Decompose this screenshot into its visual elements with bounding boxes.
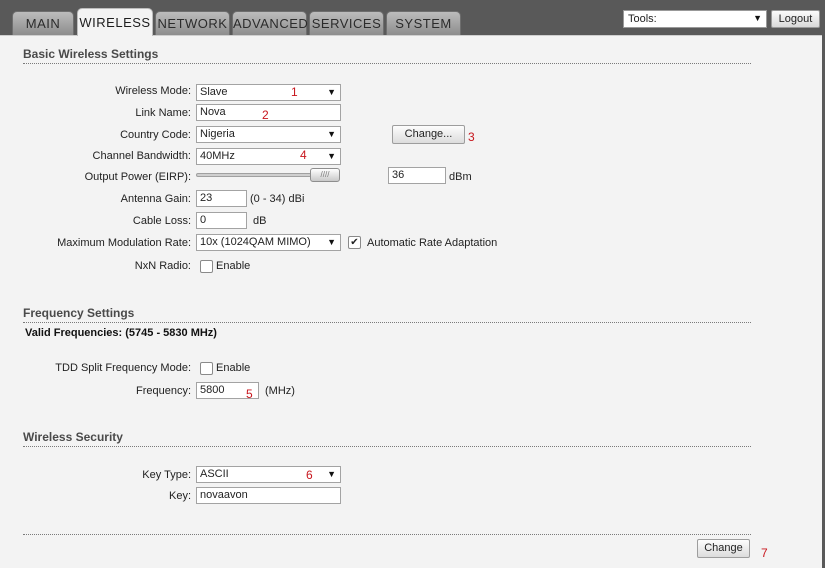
section-title-frequency: Frequency Settings: [23, 306, 751, 323]
output-power-input[interactable]: 36: [388, 167, 446, 184]
tab-services[interactable]: SERVICES: [309, 11, 384, 35]
tab-network[interactable]: NETWORK: [155, 11, 230, 35]
tdd-split-label: TDD Split Frequency Mode:: [55, 362, 191, 374]
checkmark-icon: ✔: [350, 237, 359, 248]
auto-rate-checkbox[interactable]: ✔: [348, 236, 361, 249]
key-type-value: ASCII: [200, 468, 229, 480]
annotation-marker-1: 1: [291, 85, 298, 99]
auto-rate-label: Automatic Rate Adaptation: [367, 237, 498, 249]
tab-wireless[interactable]: WIRELESS: [77, 8, 153, 36]
country-code-value: Nigeria: [200, 128, 235, 140]
frequency-unit: (MHz): [265, 385, 295, 397]
slider-handle[interactable]: ////: [310, 168, 340, 182]
footer-divider: [23, 534, 751, 535]
nxn-radio-checkbox[interactable]: [200, 260, 213, 273]
frequency-label: Frequency:: [135, 385, 191, 397]
tab-main[interactable]: MAIN: [12, 11, 74, 35]
valid-frequencies: Valid Frequencies: (5745 - 5830 MHz): [25, 327, 217, 339]
max-modulation-select[interactable]: 10x (1024QAM MIMO) ▼: [196, 234, 341, 251]
chevron-down-icon: ▼: [753, 13, 762, 23]
chevron-down-icon: ▼: [327, 151, 336, 161]
tdd-split-enable-label: Enable: [216, 362, 251, 374]
chevron-down-icon: ▼: [327, 469, 336, 479]
chevron-down-icon: ▼: [327, 237, 336, 247]
annotation-marker-7: 7: [761, 546, 768, 560]
channel-bandwidth-select[interactable]: 40MHz ▼: [196, 148, 341, 165]
country-code-select[interactable]: Nigeria ▼: [196, 126, 341, 143]
wireless-mode-label: Wireless Mode:: [115, 85, 191, 97]
link-name-label: Link Name:: [135, 107, 191, 119]
annotation-marker-6: 6: [306, 468, 313, 482]
country-code-label: Country Code:: [120, 129, 191, 141]
channel-bandwidth-value: 40MHz: [200, 150, 235, 162]
max-modulation-label: Maximum Modulation Rate:: [57, 237, 191, 249]
cable-loss-label: Cable Loss:: [132, 215, 191, 227]
wireless-mode-value: Slave: [200, 86, 228, 98]
logout-button[interactable]: Logout: [771, 10, 820, 28]
output-power-unit: dBm: [449, 171, 472, 183]
output-power-label: Output Power (EIRP):: [84, 171, 191, 183]
wireless-settings-panel: Basic Wireless Settings Wireless Mode: S…: [0, 35, 822, 568]
output-power-slider[interactable]: ////: [196, 168, 340, 182]
max-modulation-value: 10x (1024QAM MIMO): [200, 236, 311, 248]
cable-loss-input[interactable]: 0: [196, 212, 247, 229]
tools-select-value: Tools:: [628, 13, 657, 25]
antenna-gain-input[interactable]: 23: [196, 190, 247, 207]
antenna-gain-unit: (0 - 34) dBi: [250, 193, 305, 205]
chevron-down-icon: ▼: [327, 129, 336, 139]
country-change-button[interactable]: Change...: [392, 125, 465, 144]
key-label: Key:: [168, 490, 191, 502]
cable-loss-unit: dB: [253, 215, 267, 227]
wireless-mode-select[interactable]: Slave ▼: [196, 84, 341, 101]
channel-bandwidth-label: Channel Bandwidth:: [92, 150, 191, 162]
key-type-select[interactable]: ASCII ▼: [196, 466, 341, 483]
section-title-basic: Basic Wireless Settings: [23, 47, 751, 64]
antenna-gain-label: Antenna Gain:: [120, 193, 191, 205]
chevron-down-icon: ▼: [327, 87, 336, 97]
nxn-radio-label: NxN Radio:: [134, 260, 191, 272]
key-input[interactable]: novaavon: [196, 487, 341, 504]
nxn-radio-enable-label: Enable: [216, 260, 251, 272]
key-type-label: Key Type:: [142, 469, 191, 481]
annotation-marker-4: 4: [300, 148, 307, 162]
tab-advanced[interactable]: ADVANCED: [232, 11, 308, 35]
annotation-marker-5: 5: [246, 387, 253, 401]
change-button[interactable]: Change: [697, 539, 750, 558]
tab-system[interactable]: SYSTEM: [386, 11, 461, 35]
section-title-security: Wireless Security: [23, 430, 751, 447]
annotation-marker-3: 3: [468, 130, 475, 144]
tdd-split-checkbox[interactable]: [200, 362, 213, 375]
tools-select[interactable]: Tools: ▼: [623, 10, 767, 28]
annotation-marker-2: 2: [262, 108, 269, 122]
